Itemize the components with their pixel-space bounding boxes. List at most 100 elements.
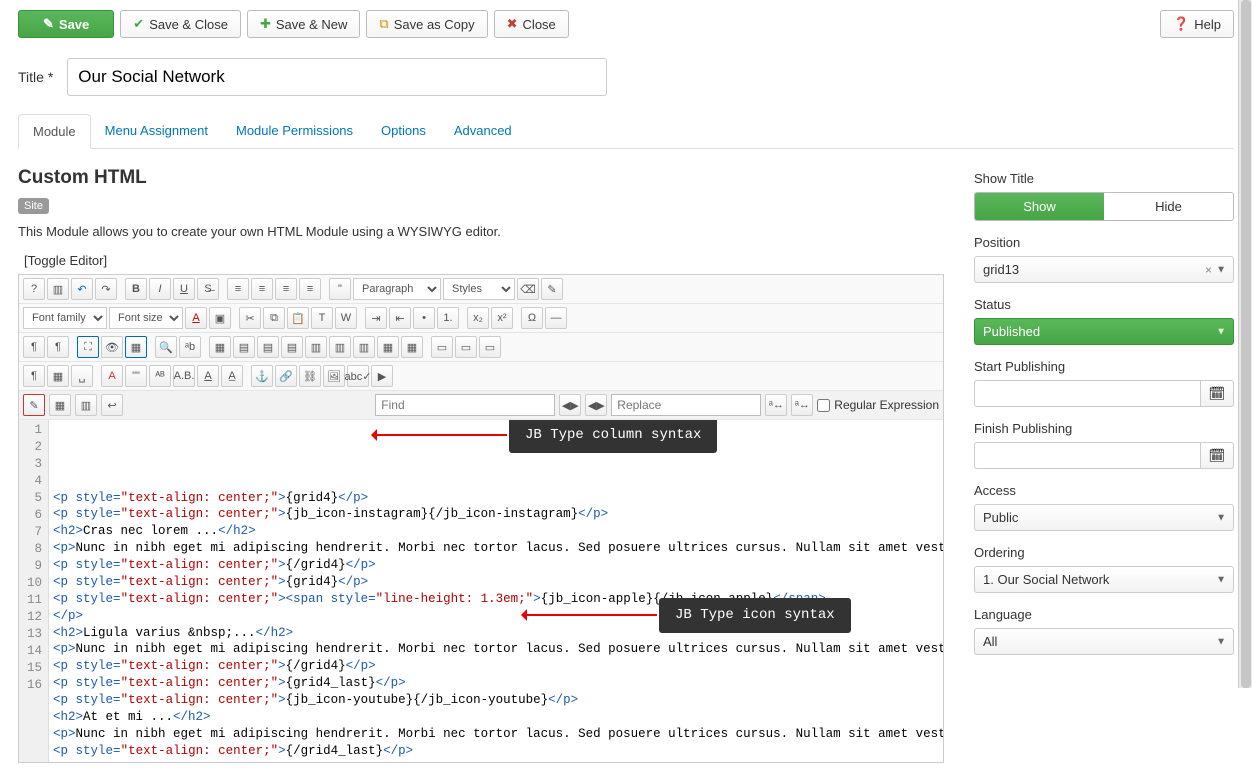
visual-blocks-icon[interactable]: ▦	[47, 365, 69, 387]
finish-publishing-input[interactable]	[974, 442, 1200, 469]
calendar-button[interactable]: 🗓	[1200, 442, 1234, 469]
style-a-icon[interactable]: A	[101, 365, 123, 387]
help-icon[interactable]: ?	[23, 278, 45, 300]
find-icon[interactable]: 🔍	[155, 336, 177, 358]
char-map-icon[interactable]: Ω	[521, 307, 543, 329]
strike-icon[interactable]: S̶	[197, 278, 219, 300]
remove-format-icon[interactable]: ⌫	[517, 278, 539, 300]
replace-all-icon[interactable]: ᵃ↔	[791, 394, 813, 416]
align-left-icon[interactable]: ≡	[227, 278, 249, 300]
hide-button[interactable]: Hide	[1104, 193, 1233, 220]
font-color-icon[interactable]: A	[185, 307, 207, 329]
code-line[interactable]: <p style="text-align: center;">{jb_icon-…	[53, 692, 939, 709]
table-icon[interactable]: ▦	[209, 336, 231, 358]
access-select[interactable]: Public	[974, 504, 1234, 531]
clean-icon[interactable]: ✎	[541, 278, 563, 300]
save-new-button[interactable]: ✚Save & New	[247, 10, 360, 38]
outdent-icon[interactable]: ⇤	[389, 307, 411, 329]
ordering-select[interactable]: 1. Our Social Network	[974, 566, 1234, 593]
code-line[interactable]: <h2>Ligula varius &nbsp;...</h2>	[53, 625, 939, 642]
vertical-scrollbar[interactable]	[1238, 0, 1252, 688]
title-input[interactable]	[67, 58, 607, 96]
start-publishing-input[interactable]	[974, 380, 1200, 407]
tab-menu-assignment[interactable]: Menu Assignment	[91, 114, 222, 148]
del-icon[interactable]: A	[197, 365, 219, 387]
code-line[interactable]: <p style="text-align: center;">{/grid4_l…	[53, 743, 939, 760]
list-ol-icon[interactable]: 1.	[437, 307, 459, 329]
visual-chars-icon[interactable]: ¶	[23, 365, 45, 387]
save-copy-button[interactable]: ⧉Save as Copy	[366, 10, 487, 38]
code-line[interactable]: <p style="text-align: center;">{/grid4}<…	[53, 658, 939, 675]
close-button[interactable]: ✖Close	[494, 10, 569, 38]
paste-text-icon[interactable]: T	[311, 307, 333, 329]
code-line[interactable]: <p style="text-align: center;">{/grid4}<…	[53, 557, 939, 574]
clear-icon[interactable]: ×	[1205, 263, 1212, 277]
align-right-icon[interactable]: ≡	[275, 278, 297, 300]
status-select[interactable]: Published	[974, 318, 1234, 345]
row-delete-icon[interactable]: ▤	[281, 336, 303, 358]
underline-icon[interactable]: U	[173, 278, 195, 300]
code-line[interactable]: <p style="text-align: center;">{grid4}</…	[53, 490, 939, 507]
calendar-button[interactable]: 🗓	[1200, 380, 1234, 407]
editor-mode-wysiwyg-icon[interactable]: ▦	[49, 394, 71, 416]
paste-icon[interactable]: 📋	[287, 307, 309, 329]
replace-icon[interactable]: ᵃb	[179, 336, 201, 358]
anchor-icon[interactable]: ⚓	[251, 365, 273, 387]
list-ul-icon[interactable]: •	[413, 307, 435, 329]
redo-icon[interactable]: ↷	[95, 278, 117, 300]
code-line[interactable]: <p>Nunc in nibh eget mi adipiscing hendr…	[53, 641, 939, 658]
code-line[interactable]: <p style="text-align: center;">{grid4}</…	[53, 574, 939, 591]
ltr-icon[interactable]: ¶	[23, 336, 45, 358]
help-button[interactable]: ❓Help	[1160, 10, 1234, 38]
blockquote-icon[interactable]: "	[329, 278, 351, 300]
cut-icon[interactable]: ✂	[239, 307, 261, 329]
find-next-icon[interactable]: ◀▶	[585, 394, 607, 416]
new-doc-icon[interactable]: ▥	[47, 278, 69, 300]
wrap-icon[interactable]: ↩	[101, 394, 123, 416]
tab-module-permissions[interactable]: Module Permissions	[222, 114, 367, 148]
row-after-icon[interactable]: ▤	[257, 336, 279, 358]
rtl-icon[interactable]: ¶	[47, 336, 69, 358]
image-icon[interactable]: 🖼	[323, 365, 345, 387]
preview-icon[interactable]: 👁	[101, 336, 123, 358]
find-input[interactable]	[375, 394, 555, 416]
hr-icon[interactable]: —	[545, 307, 567, 329]
code-line[interactable]: <p style="text-align: center;">{jb_icon-…	[53, 506, 939, 523]
format-select[interactable]: Paragraph	[353, 278, 441, 300]
abbr-icon[interactable]: ᴬᴮ	[149, 365, 171, 387]
col-after-icon[interactable]: ▥	[329, 336, 351, 358]
copy-icon[interactable]: ⧉	[263, 307, 285, 329]
bold-icon[interactable]: B	[125, 278, 147, 300]
merge-cells-icon[interactable]: ▦	[377, 336, 399, 358]
align-center-icon[interactable]: ≡	[251, 278, 273, 300]
tab-advanced[interactable]: Advanced	[440, 114, 526, 148]
undo-icon[interactable]: ↶	[71, 278, 93, 300]
code-line[interactable]: <p style="text-align: center;"><span sty…	[53, 591, 939, 608]
subscript-icon[interactable]: x₂	[467, 307, 489, 329]
unlink-icon[interactable]: ⛓	[299, 365, 321, 387]
bg-color-icon[interactable]: ▣	[209, 307, 231, 329]
row-before-icon[interactable]: ▤	[233, 336, 255, 358]
template-icon[interactable]: ▭	[455, 336, 477, 358]
iframe-icon[interactable]: ▭	[479, 336, 501, 358]
split-cells-icon[interactable]: ▦	[401, 336, 423, 358]
editor-mode-code-icon[interactable]: ✎	[23, 394, 45, 416]
col-delete-icon[interactable]: ▥	[353, 336, 375, 358]
toggle-editor-link[interactable]: [Toggle Editor]	[24, 253, 944, 268]
acronym-icon[interactable]: A.B.	[173, 365, 195, 387]
show-title-toggle[interactable]: Show Hide	[974, 192, 1234, 221]
spellcheck-icon[interactable]: abc✓	[347, 365, 369, 387]
paste-word-icon[interactable]: W	[335, 307, 357, 329]
font-family-select[interactable]: Font family	[23, 307, 107, 329]
font-size-select[interactable]: Font size	[109, 307, 183, 329]
italic-icon[interactable]: I	[149, 278, 171, 300]
tab-options[interactable]: Options	[367, 114, 440, 148]
ins-icon[interactable]: A̲	[221, 365, 243, 387]
code-line[interactable]: <p>Nunc in nibh eget mi adipiscing hendr…	[53, 726, 939, 743]
col-before-icon[interactable]: ▥	[305, 336, 327, 358]
save-button[interactable]: ✎Save	[18, 10, 114, 38]
save-close-button[interactable]: ✔Save & Close	[120, 10, 241, 38]
nbsp-icon[interactable]: ␣	[71, 365, 93, 387]
styles-select[interactable]: Styles	[443, 278, 515, 300]
replace-input[interactable]	[611, 394, 761, 416]
